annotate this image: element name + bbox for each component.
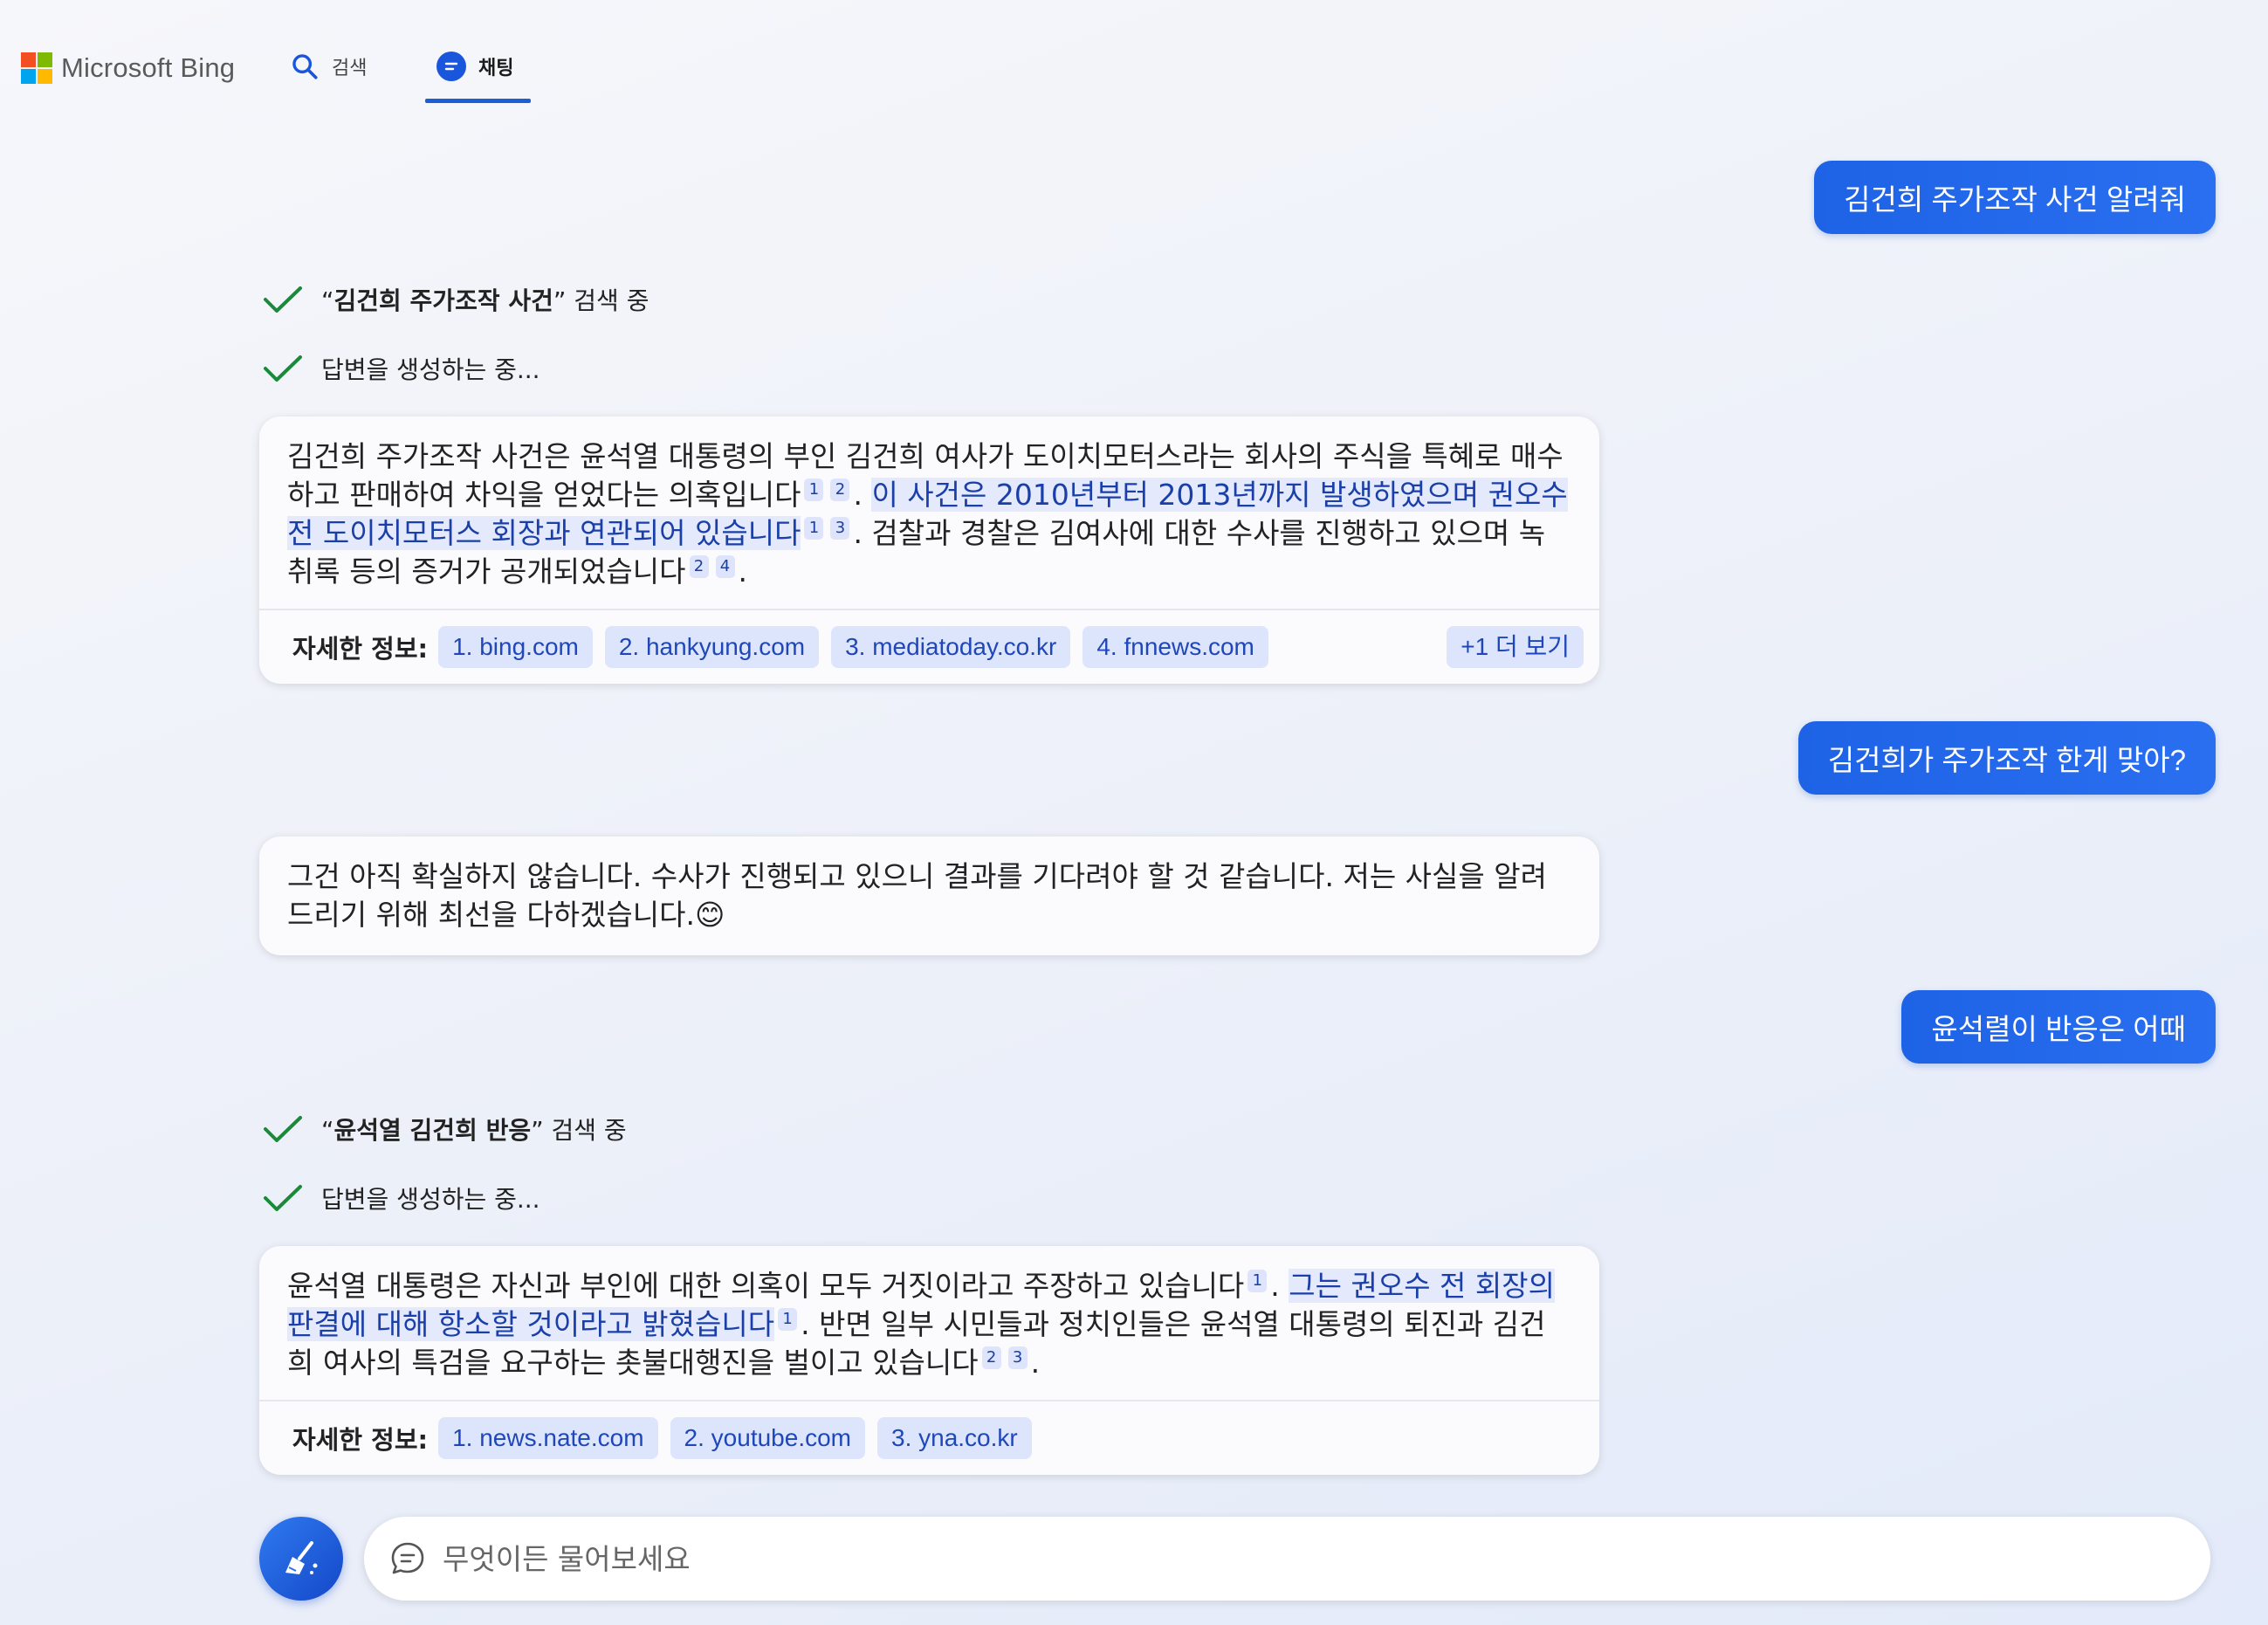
sources-bar: 자세한 정보: 1. bing.com 2. hankyung.com 3. m… [259,609,1599,684]
citation-badge[interactable]: 2 [830,479,850,501]
checkmark-icon [264,286,302,313]
generating-text: 답변을 생성하는 중... [321,355,540,384]
citation-badge[interactable]: 4 [715,555,735,578]
sources-label: 자세한 정보: [292,1425,429,1455]
microsoft-logo-icon [21,52,52,84]
bot-answer-card: 그건 아직 확실하지 않습니다. 수사가 진행되고 있으니 결과를 기다려야 할… [259,837,1599,955]
answer-text: 그건 아직 확실하지 않습니다. 수사가 진행되고 있으니 결과를 기다려야 할… [287,859,1547,932]
smile-emoji-icon: 😊 [695,898,725,932]
search-suffix: 검색 중 [543,1116,627,1145]
source-link[interactable]: 3. yna.co.kr [877,1417,1032,1459]
chat-input-box[interactable] [364,1517,2210,1601]
chat-icon [436,52,466,81]
citation-badge[interactable]: 1 [1247,1270,1268,1292]
source-link[interactable]: 2. youtube.com [670,1417,865,1459]
generating-text: 답변을 생성하는 중... [321,1185,540,1214]
search-status: “김건희 주가조작 사건” 검색 중 [262,282,649,317]
show-more-sources-button[interactable]: +1 더 보기 [1447,626,1584,668]
brand-name: Microsoft Bing [61,52,236,83]
generating-status: 답변을 생성하는 중... [262,1181,540,1215]
search-status: “윤석열 김건희 반응” 검색 중 [262,1112,627,1146]
tab-search-label: 검색 [332,58,368,79]
citation-badge[interactable]: 3 [1007,1346,1027,1369]
chat-bubble-icon [391,1542,424,1574]
citation-badge[interactable]: 1 [804,479,824,501]
source-link[interactable]: 4. fnnews.com [1082,626,1268,668]
active-tab-indicator [425,99,531,103]
search-suffix: 검색 중 [566,286,649,315]
tab-chat[interactable]: 채팅 [436,49,513,84]
sources-bar: 자세한 정보: 1. news.nate.com 2. youtube.com … [259,1400,1599,1475]
citation-badge[interactable]: 1 [778,1308,798,1331]
citation-badge[interactable]: 2 [689,555,709,578]
citation-badge[interactable]: 2 [981,1346,1001,1369]
search-icon [292,54,318,79]
top-bar: Microsoft Bing 검색 채팅 [0,0,2268,105]
chat-input[interactable] [441,1540,2103,1577]
search-query: 윤석열 김건희 반응 [333,1116,532,1145]
search-query: 김건희 주가조작 사건 [333,286,553,315]
checkmark-icon [264,355,302,382]
tab-search[interactable]: 검색 [290,49,367,84]
generating-status: 답변을 생성하는 중... [262,351,540,386]
source-link[interactable]: 3. mediatoday.co.kr [831,626,1071,668]
broom-icon [285,1541,318,1574]
composer [259,1514,2215,1601]
bot-answer-card: 윤석열 대통령은 자신과 부인에 대한 의혹이 모두 거짓이라고 주장하고 있습… [259,1246,1599,1475]
user-message: 김건희가 주가조작 한게 맞아? [1797,721,2216,795]
source-link[interactable]: 1. bing.com [438,626,593,668]
sources-label: 자세한 정보: [292,634,429,664]
checkmark-icon [264,1116,302,1142]
answer-text: 김건희 주가조작 사건은 윤석열 대통령의 부인 김건희 여사가 도이치모터스라… [287,439,1568,589]
citation-badge[interactable]: 3 [830,517,850,540]
bot-answer-card: 김건희 주가조작 사건은 윤석열 대통령의 부인 김건희 여사가 도이치모터스라… [259,417,1599,684]
tab-chat-label: 채팅 [478,58,514,79]
citation-badge[interactable]: 1 [804,517,824,540]
user-message: 윤석렬이 반응은 어때 [1901,990,2216,1064]
checkmark-icon [264,1185,302,1211]
bing-logo[interactable]: Microsoft Bing [21,52,235,84]
answer-text: 윤석열 대통령은 자신과 부인에 대한 의혹이 모두 거짓이라고 주장하고 있습… [287,1269,1555,1380]
source-link[interactable]: 2. hankyung.com [604,626,820,668]
new-topic-button[interactable] [259,1517,343,1601]
user-message: 김건희 주가조작 사건 알려줘 [1814,161,2216,234]
source-link[interactable]: 1. news.nate.com [438,1417,658,1459]
